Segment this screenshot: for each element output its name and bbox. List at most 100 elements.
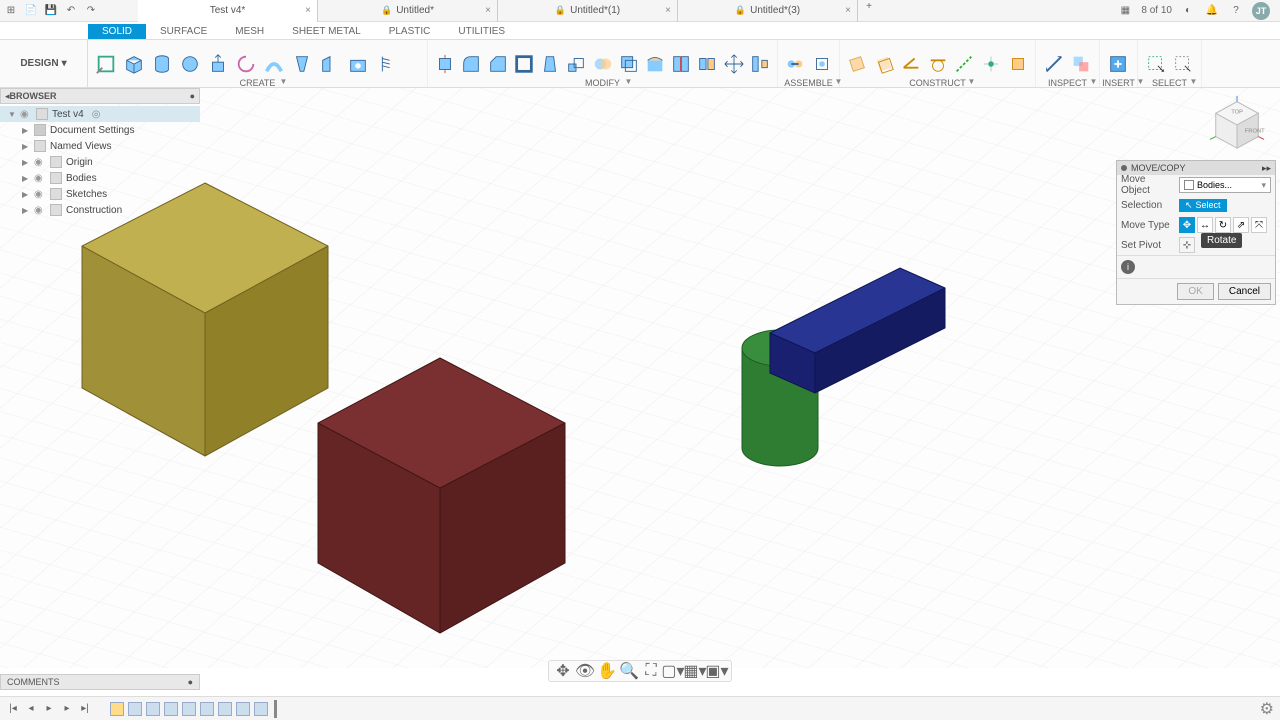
panel-header[interactable]: MOVE/COPY ▸▸ (1117, 161, 1275, 175)
split-face-icon[interactable] (669, 49, 693, 79)
notifications-icon[interactable]: 🔔 (1204, 3, 1220, 19)
browser-options-icon[interactable]: ● (190, 91, 195, 101)
chevron-down-icon[interactable]: ▼ (8, 110, 16, 119)
pan-icon[interactable]: ✋ (599, 663, 615, 679)
thread-icon[interactable] (373, 49, 399, 79)
axis-icon[interactable] (952, 49, 977, 79)
comments-bar[interactable]: COMMENTS ● (0, 674, 200, 690)
tree-item-origin[interactable]: ▶ ◉ Origin (0, 154, 200, 170)
display-icon[interactable]: ▢▾ (665, 663, 681, 679)
align-icon[interactable] (748, 49, 772, 79)
loft-icon[interactable] (289, 49, 315, 79)
zoom-icon[interactable]: 🔍 (621, 663, 637, 679)
scale-icon[interactable] (564, 49, 588, 79)
select-icon[interactable] (1143, 49, 1169, 79)
help-icon[interactable]: ? (1228, 3, 1244, 19)
ribbon-tab-solid[interactable]: SOLID (88, 24, 146, 39)
presspull-icon[interactable] (433, 49, 457, 79)
measure-icon[interactable] (1041, 49, 1067, 79)
rib-icon[interactable] (317, 49, 343, 79)
browser-header[interactable]: ◂ BROWSER ● (0, 88, 200, 104)
look-icon[interactable]: 👁 (577, 663, 593, 679)
offset-face-icon[interactable] (617, 49, 641, 79)
move-type-translate[interactable]: ↔ (1197, 217, 1213, 233)
set-pivot-button[interactable]: ⊹ (1179, 237, 1195, 253)
timeline-step[interactable] (164, 702, 178, 716)
ribbon-tab-mesh[interactable]: MESH (221, 24, 278, 39)
file-new-icon[interactable]: 📄 (24, 4, 38, 18)
move-type-rotate[interactable]: ↻ (1215, 217, 1231, 233)
redo-icon[interactable]: ↷ (84, 4, 98, 18)
split-body-icon[interactable] (695, 49, 719, 79)
grid-settings-icon[interactable]: ▦▾ (687, 663, 703, 679)
as-built-joint-icon[interactable] (810, 49, 835, 79)
plane-angle-icon[interactable] (898, 49, 923, 79)
visibility-icon[interactable]: ◉ (34, 173, 46, 184)
doc-tab-2[interactable]: 🔒 Untitled*(1) × (498, 0, 678, 22)
chamfer-icon[interactable] (485, 49, 509, 79)
radio-icon[interactable]: ◎ (92, 109, 101, 120)
select-window-icon[interactable] (1171, 49, 1197, 79)
timeline-start-icon[interactable]: |◂ (6, 702, 20, 716)
sweep-icon[interactable] (261, 49, 287, 79)
cylinder-icon[interactable] (149, 49, 175, 79)
chevron-right-icon[interactable]: ▶ (22, 142, 30, 151)
timeline-forward-icon[interactable]: ▸ (60, 702, 74, 716)
close-icon[interactable]: × (305, 5, 311, 16)
tree-item-sketches[interactable]: ▶ ◉ Sketches (0, 186, 200, 202)
ribbon-tab-plastic[interactable]: PLASTIC (375, 24, 445, 39)
ribbon-tab-sheetmetal[interactable]: SHEET METAL (278, 24, 375, 39)
revolve-icon[interactable] (233, 49, 259, 79)
extrude-icon[interactable] (205, 49, 231, 79)
chevron-right-icon[interactable]: ▶ (22, 206, 30, 215)
new-tab-icon[interactable]: + (862, 0, 876, 14)
move-type-free[interactable]: ✥ (1179, 217, 1195, 233)
tree-item-construction[interactable]: ▶ ◉ Construction (0, 202, 200, 218)
workspace-switcher[interactable]: DESIGN▾ (0, 40, 88, 87)
timeline-step[interactable] (236, 702, 250, 716)
cancel-button[interactable]: Cancel (1218, 283, 1271, 300)
visibility-icon[interactable]: ◉ (34, 157, 46, 168)
tree-item-bodies[interactable]: ▶ ◉ Bodies (0, 170, 200, 186)
timeline-marker[interactable] (274, 700, 277, 718)
timeline-step[interactable] (200, 702, 214, 716)
timeline-play-icon[interactable]: ▸ (42, 702, 56, 716)
replace-face-icon[interactable] (643, 49, 667, 79)
plane-offset-icon[interactable] (872, 49, 897, 79)
box-icon[interactable] (121, 49, 147, 79)
comments-options-icon[interactable]: ● (188, 677, 193, 687)
doc-tab-1[interactable]: 🔒 Untitled* × (318, 0, 498, 22)
timeline-step[interactable] (146, 702, 160, 716)
viewport-icon[interactable]: ▣▾ (709, 663, 725, 679)
interference-icon[interactable] (1069, 49, 1095, 79)
sphere-icon[interactable] (177, 49, 203, 79)
joint-icon[interactable] (783, 49, 808, 79)
timeline-step[interactable] (254, 702, 268, 716)
close-icon[interactable]: × (665, 5, 671, 16)
job-status-icon[interactable]: ◐ (1180, 3, 1196, 19)
visibility-icon[interactable]: ◉ (20, 109, 32, 120)
chevron-right-icon[interactable]: ▶ (22, 190, 30, 199)
close-icon[interactable]: × (485, 5, 491, 16)
move-icon[interactable] (722, 49, 746, 79)
tree-root[interactable]: ▼ ◉ Test v4 ◎ (0, 106, 200, 122)
save-icon[interactable]: 💾 (44, 4, 58, 18)
combine-icon[interactable] (590, 49, 614, 79)
sketch-create-icon[interactable] (93, 49, 119, 79)
doc-tab-0[interactable]: Test v4* × (138, 0, 318, 22)
visibility-icon[interactable]: ◉ (34, 205, 46, 216)
move-object-select[interactable]: Bodies... (1179, 177, 1271, 193)
timeline-settings-icon[interactable]: ⚙ (1260, 699, 1274, 719)
visibility-icon[interactable]: ◉ (34, 189, 46, 200)
timeline-back-icon[interactable]: ◂ (24, 702, 38, 716)
extensions-icon[interactable]: ▦ (1117, 3, 1133, 19)
avatar[interactable]: JT (1252, 2, 1270, 20)
fit-icon[interactable]: ⛶ (643, 663, 659, 679)
ribbon-tab-surface[interactable]: SURFACE (146, 24, 221, 39)
fillet-icon[interactable] (459, 49, 483, 79)
ribbon-tab-utilities[interactable]: UTILITIES (444, 24, 519, 39)
insert-icon[interactable] (1105, 49, 1131, 79)
view-cube[interactable]: FRONT TOP (1208, 94, 1266, 152)
addins-icon[interactable] (1005, 49, 1030, 79)
plane-icon[interactable] (845, 49, 870, 79)
